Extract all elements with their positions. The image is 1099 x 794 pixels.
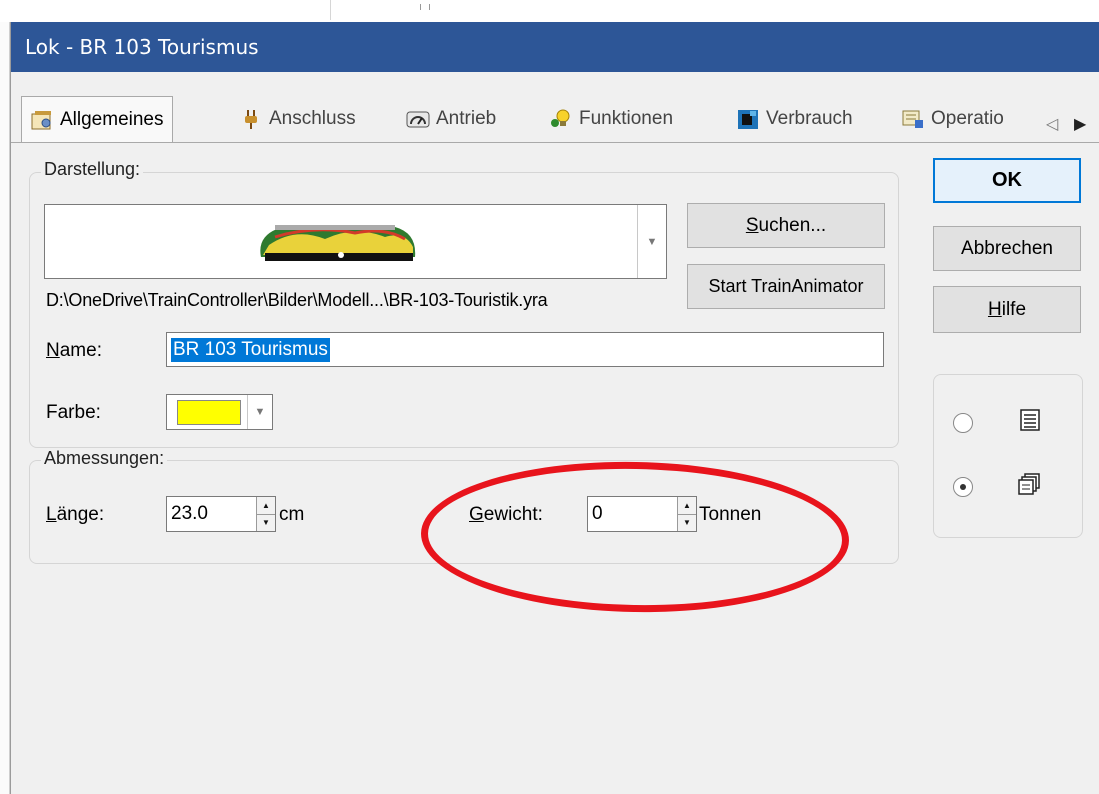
background-left-column bbox=[0, 22, 10, 794]
length-unit: cm bbox=[279, 504, 305, 525]
plug-icon bbox=[239, 108, 263, 130]
name-input[interactable]: BR 103 Tourismus bbox=[166, 332, 884, 367]
list-view-icon bbox=[1019, 408, 1041, 432]
locomotive-dialog: Lok - BR 103 Tourismus Allgemeines Ansch… bbox=[10, 22, 1099, 794]
name-input-value: BR 103 Tourismus bbox=[171, 337, 330, 362]
start-trainanimator-button[interactable]: Start TrainAnimator bbox=[687, 264, 885, 309]
tab-divider bbox=[11, 142, 1099, 143]
settings-sheet-icon bbox=[30, 109, 54, 131]
length-label: Länge: bbox=[46, 504, 105, 525]
cancel-button[interactable]: Abbrechen bbox=[933, 226, 1081, 271]
length-increment-icon[interactable]: ▲ bbox=[257, 497, 275, 515]
background-column-divider bbox=[330, 0, 331, 20]
length-spin-buttons[interactable]: ▲ ▼ bbox=[256, 497, 275, 531]
cards-view-radio[interactable] bbox=[953, 477, 973, 497]
tab-scroll-right-icon[interactable]: ▶ bbox=[1074, 114, 1086, 134]
tab-allgemeines[interactable]: Allgemeines bbox=[21, 96, 173, 142]
tab-operationen[interactable]: Operatio bbox=[901, 102, 1004, 136]
tab-scroll-left-icon[interactable]: ◁ bbox=[1046, 114, 1058, 134]
ok-button[interactable]: OK bbox=[933, 158, 1081, 203]
cards-view-icon bbox=[1017, 472, 1040, 496]
operations-icon bbox=[901, 108, 925, 130]
help-button[interactable]: Hilfe bbox=[933, 286, 1081, 333]
tab-strip: Allgemeines Anschluss Antrieb Funktionen… bbox=[11, 96, 1099, 144]
image-combobox-dropdown-icon[interactable]: ▼ bbox=[637, 205, 666, 278]
tab-label: Operatio bbox=[931, 108, 1004, 129]
tab-funktionen[interactable]: Funktionen bbox=[549, 102, 673, 136]
length-decrement-icon[interactable]: ▼ bbox=[257, 514, 275, 531]
locomotive-image bbox=[260, 225, 416, 261]
dialog-title: Lok - BR 103 Tourismus bbox=[25, 35, 259, 59]
gauge-icon bbox=[406, 108, 430, 130]
search-button[interactable]: Suchen... bbox=[687, 203, 885, 248]
view-mode-panel bbox=[933, 374, 1083, 538]
background-spreadsheet-header bbox=[0, 0, 1099, 22]
tab-label: Antrieb bbox=[436, 108, 497, 129]
list-view-radio[interactable] bbox=[953, 413, 973, 433]
tab-anschluss[interactable]: Anschluss bbox=[239, 102, 356, 136]
tab-label: Funktionen bbox=[579, 108, 674, 129]
tab-label: Verbrauch bbox=[766, 108, 853, 129]
image-file-path: D:\OneDrive\TrainController\Bilder\Model… bbox=[46, 290, 548, 310]
fuel-icon bbox=[736, 108, 760, 130]
darstellung-group-label: Darstellung: bbox=[41, 159, 144, 180]
color-picker[interactable]: ▼ bbox=[166, 394, 273, 430]
color-swatch bbox=[177, 400, 241, 425]
background-column-marker bbox=[420, 4, 430, 10]
length-spinbox[interactable]: 23.0 ▲ ▼ bbox=[166, 496, 276, 532]
color-label: Farbe: bbox=[46, 402, 101, 423]
color-dropdown-icon[interactable]: ▼ bbox=[247, 395, 272, 429]
image-combobox[interactable]: ▼ bbox=[44, 204, 667, 279]
tab-label: Allgemeines bbox=[60, 108, 164, 130]
tab-verbrauch[interactable]: Verbrauch bbox=[736, 102, 853, 136]
length-value: 23.0 bbox=[171, 503, 208, 524]
tab-label: Anschluss bbox=[269, 108, 356, 129]
abmessungen-group-label: Abmessungen: bbox=[41, 448, 168, 469]
lightbulb-icon bbox=[549, 108, 573, 130]
tab-antrieb[interactable]: Antrieb bbox=[406, 102, 496, 136]
name-label: Name: bbox=[46, 340, 102, 361]
dialog-titlebar[interactable]: Lok - BR 103 Tourismus bbox=[11, 22, 1099, 72]
